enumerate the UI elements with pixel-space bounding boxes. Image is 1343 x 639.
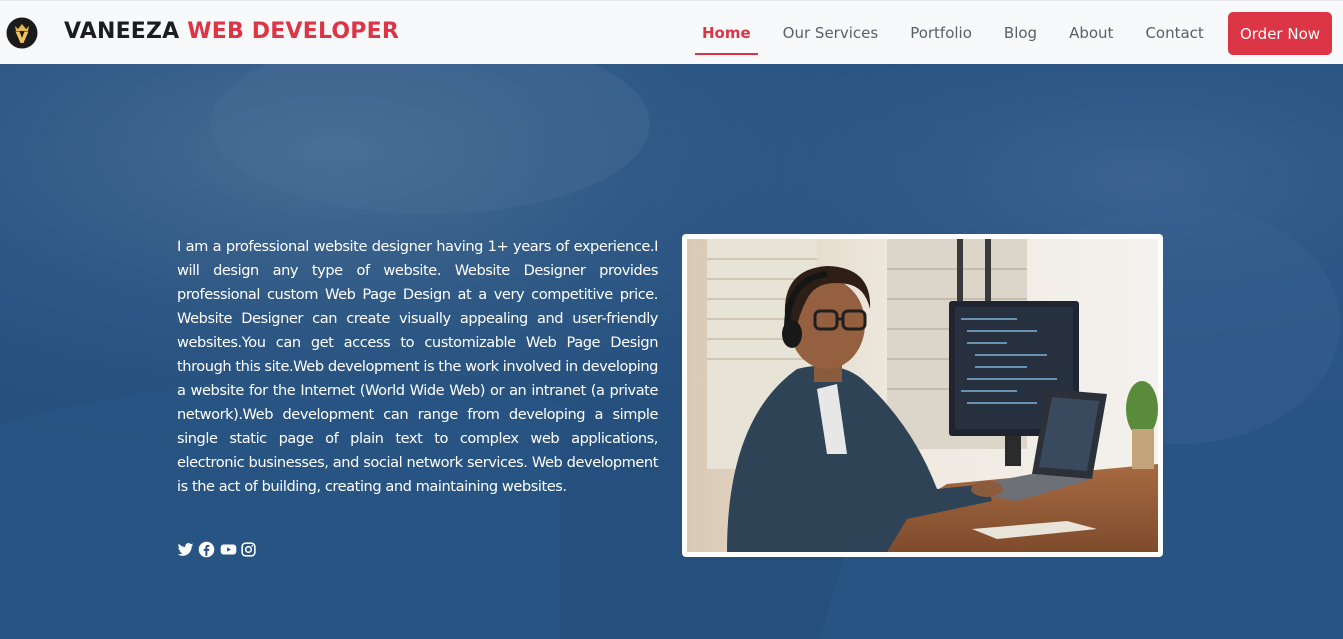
developer-at-desk-photo <box>687 239 1158 552</box>
social-links <box>177 541 257 558</box>
instagram-icon[interactable] <box>240 541 257 558</box>
brand-name-part2: WEB DEVELOPER <box>187 19 399 44</box>
brand-name[interactable]: VANEEZA WEB DEVELOPER <box>64 19 399 44</box>
hero-description: I am a professional website designer hav… <box>177 238 658 495</box>
twitter-icon[interactable] <box>177 541 194 558</box>
hero-section: I am a professional website designer hav… <box>0 64 1343 639</box>
nav-item-portfolio[interactable]: Portfolio <box>894 1 988 65</box>
hero-photo-frame <box>682 234 1163 557</box>
order-now-button[interactable]: Order Now <box>1228 12 1332 55</box>
brand-name-part1: VANEEZA <box>64 19 180 44</box>
main-nav: Home Our Services Portfolio Blog About C… <box>686 1 1220 65</box>
nav-item-our-services[interactable]: Our Services <box>767 1 895 65</box>
nav-item-about[interactable]: About <box>1053 1 1129 65</box>
nav-item-home[interactable]: Home <box>686 1 767 65</box>
nav-item-blog[interactable]: Blog <box>988 1 1053 65</box>
youtube-icon[interactable] <box>219 541 237 558</box>
nav-item-contact[interactable]: Contact <box>1129 1 1219 65</box>
facebook-icon[interactable] <box>198 541 215 558</box>
top-navbar: VANEEZA WEB DEVELOPER Home Our Services … <box>0 0 1343 64</box>
crown-v-logo-icon[interactable] <box>6 17 38 49</box>
